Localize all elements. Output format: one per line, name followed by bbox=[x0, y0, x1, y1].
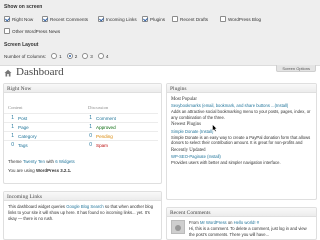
plugin-description: Simple Donate is an easy way to create a… bbox=[171, 134, 311, 146]
table-row: 1 Post bbox=[4, 113, 82, 122]
columns-label: Number of Columns: bbox=[4, 53, 47, 59]
google-blog-search-link[interactable]: Google Blog Search bbox=[66, 204, 103, 209]
checkbox-plugins[interactable]: Plugins bbox=[142, 16, 165, 22]
checkbox-incoming-links[interactable]: Incoming Links bbox=[98, 16, 137, 22]
content-heading: Content bbox=[8, 105, 23, 110]
checkbox-other-wordpress-news[interactable]: Other WordPress News bbox=[4, 28, 60, 34]
house-icon bbox=[4, 69, 12, 77]
comment-author-link[interactable]: Mr WordPress bbox=[200, 220, 227, 225]
widget-title[interactable]: Right Now bbox=[4, 84, 161, 93]
checkbox-wordpress-blog[interactable]: WordPress Blog bbox=[220, 16, 261, 22]
checkbox-recent-comments[interactable]: Recent Comments bbox=[42, 16, 88, 22]
theme-link[interactable]: Twenty Ten bbox=[23, 159, 45, 164]
table-row: 1 Category bbox=[4, 131, 82, 140]
table-row: 1 Approved bbox=[82, 122, 158, 131]
column-option-4[interactable]: 4 bbox=[97, 53, 108, 59]
recent-comments-widget: Recent Comments From Mr WordPress on Hel… bbox=[166, 207, 317, 240]
theme-line: Theme Twenty Ten with 6 Widgets bbox=[8, 159, 75, 164]
checkbox-icon[interactable] bbox=[4, 16, 10, 22]
plugin-link[interactable]: Simple Donate bbox=[171, 129, 198, 134]
incoming-links-widget: Incoming Links This dashboard widget que… bbox=[3, 191, 162, 240]
widgets-link[interactable]: 6 Widgets bbox=[55, 159, 75, 164]
discussion-table: 1 Comment 1 Approved 0 Pending 0 Spam bbox=[82, 113, 158, 149]
checkbox-icon[interactable] bbox=[98, 16, 104, 22]
radio-icon[interactable] bbox=[66, 53, 73, 59]
plugin-install-link[interactable]: (Install) bbox=[207, 154, 221, 159]
checkbox-icon[interactable] bbox=[220, 16, 226, 22]
screen-layout-heading: Screen Layout bbox=[4, 42, 39, 48]
version-text: WordPress 3.2.1. bbox=[35, 168, 72, 173]
checkbox-icon[interactable] bbox=[142, 16, 148, 22]
widget-title[interactable]: Recent Comments bbox=[167, 208, 316, 217]
checkbox-icon[interactable] bbox=[42, 16, 48, 22]
show-on-screen-heading: Show on screen bbox=[4, 4, 43, 10]
avatar bbox=[171, 220, 185, 234]
column-option-2[interactable]: 2 bbox=[66, 53, 77, 59]
screen-options-panel: Show on screen Right Now Recent Comments… bbox=[0, 0, 320, 66]
widget-title[interactable]: Incoming Links bbox=[4, 192, 161, 201]
plugin-install-link[interactable]: (email, bookmark, and share buttons ...(… bbox=[202, 103, 288, 108]
person-icon bbox=[175, 225, 181, 231]
table-row: 0 Spam bbox=[82, 140, 158, 149]
comment-item: From Mr WordPress on Hello world! # Hi, … bbox=[167, 217, 316, 239]
incoming-links-text: This dashboard widget queries Google Blo… bbox=[8, 204, 154, 222]
checkbox-recent-drafts[interactable]: Recent Drafts bbox=[172, 16, 208, 22]
mouse-cursor-icon bbox=[212, 124, 218, 132]
widget-title[interactable]: Plugins bbox=[167, 84, 316, 93]
columns-row: Number of Columns: 1 2 3 4 bbox=[4, 53, 108, 59]
column-option-3[interactable]: 3 bbox=[82, 53, 93, 59]
comment-excerpt: Hi, this is a comment. To delete a comme… bbox=[189, 225, 307, 237]
radio-icon[interactable] bbox=[97, 53, 104, 59]
page-title: Dashboard bbox=[16, 66, 64, 78]
version-line: You are using WordPress 3.2.1. bbox=[8, 168, 72, 173]
plugin-description: Provides users with better and simpler n… bbox=[171, 160, 281, 166]
table-row: 0 Tags bbox=[4, 140, 82, 149]
checkbox-icon[interactable] bbox=[172, 16, 178, 22]
table-row: 1 Page bbox=[4, 122, 82, 131]
column-option-1[interactable]: 1 bbox=[51, 53, 62, 59]
radio-icon[interactable] bbox=[51, 53, 58, 59]
comment-anchor-link[interactable]: # bbox=[257, 220, 259, 225]
table-row: 0 Pending bbox=[82, 131, 158, 140]
checkbox-icon[interactable] bbox=[4, 28, 10, 34]
radio-icon[interactable] bbox=[82, 53, 89, 59]
plugins-widget: Plugins Most Popular Sexybookmarks (emai… bbox=[166, 83, 317, 200]
checkbox-right-now[interactable]: Right Now bbox=[4, 16, 33, 22]
plugin-link[interactable]: Sexybookmarks bbox=[171, 103, 201, 108]
plugin-description: Adds an attractive social bookmarking me… bbox=[171, 109, 311, 120]
plugin-link[interactable]: WP-SEO-Paginate bbox=[171, 154, 206, 159]
screen-options-tab[interactable]: Screen Options bbox=[276, 65, 316, 72]
content-table: 1 Post 1 Page 1 Category 0 Tags bbox=[4, 113, 82, 149]
comment-post-link[interactable]: Hello world! bbox=[234, 220, 256, 225]
table-row: 1 Comment bbox=[82, 113, 158, 122]
right-now-widget: Right Now Content Discussion 1 Post 1 Page… bbox=[3, 83, 162, 184]
discussion-heading: Discussion bbox=[88, 105, 109, 110]
